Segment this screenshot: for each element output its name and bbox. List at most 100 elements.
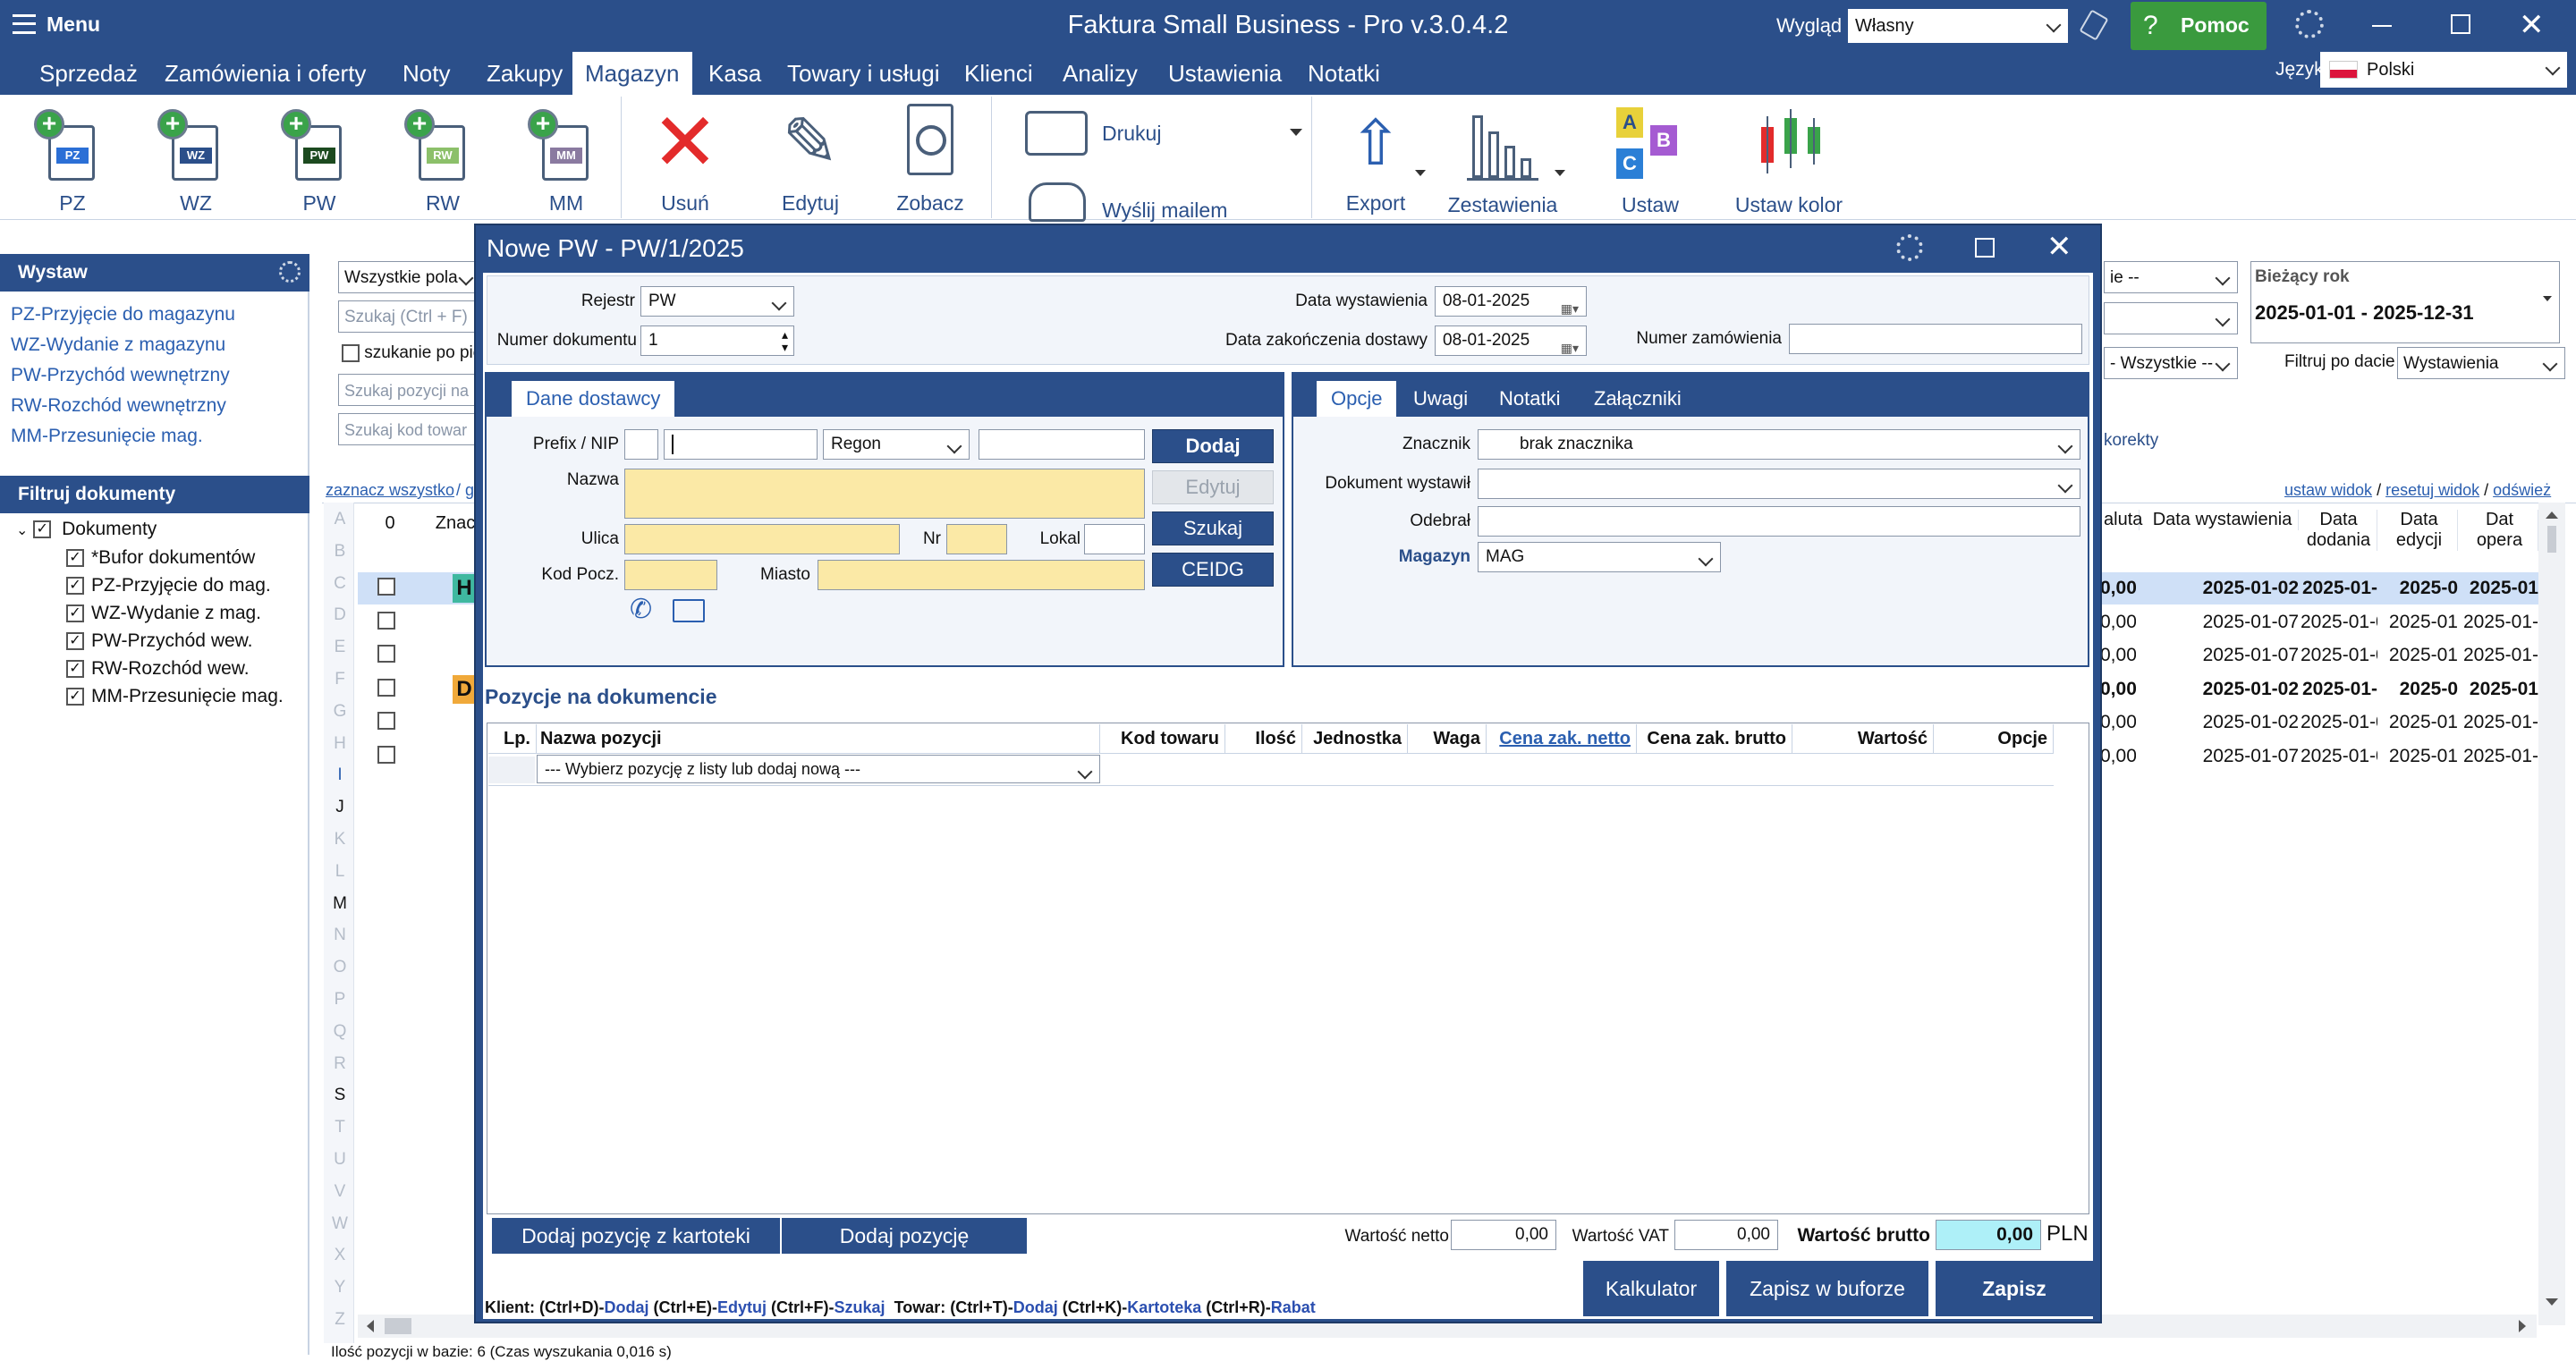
checkbox[interactable]: ✓	[66, 632, 84, 651]
calculator-button[interactable]: Kalkulator	[1583, 1261, 1719, 1316]
checkbox[interactable]	[377, 712, 395, 731]
position-select[interactable]: --- Wybierz pozycję z listy lub dodaj no…	[537, 755, 1100, 783]
alpha-filter-letter[interactable]: H	[329, 734, 351, 754]
set-button[interactable]: A B C Ustaw	[1601, 98, 1699, 217]
checkbox[interactable]: ✓	[66, 604, 84, 623]
issue-link[interactable]: RW-Rozchód wewnętrzny	[11, 395, 226, 417]
chevron-down-icon[interactable]	[1290, 129, 1302, 136]
local-input[interactable]	[1084, 524, 1145, 554]
select-all-link[interactable]: zaznacz wszystko	[326, 481, 454, 500]
set-color-button[interactable]: Ustaw kolor	[1726, 98, 1852, 217]
language-select[interactable]: Polski	[2320, 52, 2567, 88]
filter-select-3[interactable]: - Wszystkie --	[2104, 347, 2238, 379]
mail-icon[interactable]	[673, 599, 705, 622]
tree-root[interactable]: ⌄ ✓ Dokumenty	[16, 519, 157, 540]
checkbox[interactable]	[377, 578, 395, 596]
add-supplier-button[interactable]: Dodaj	[1152, 429, 1274, 463]
registry-select[interactable]: PW	[640, 286, 794, 317]
reports-button[interactable]: Zestawienia	[1440, 98, 1565, 217]
set-view-link[interactable]: ustaw widok	[2284, 481, 2372, 499]
save-to-buffer-button[interactable]: Zapisz w buforze	[1726, 1261, 1928, 1316]
alpha-filter-letter[interactable]: O	[329, 958, 351, 977]
received-input[interactable]	[1478, 506, 2080, 537]
menu-button[interactable]: Menu	[47, 13, 100, 37]
warehouse-select[interactable]: MAG	[1478, 542, 1721, 572]
checkbox[interactable]	[377, 645, 395, 664]
stepper-icon[interactable]: ▴ ▾	[782, 328, 788, 353]
new-rw-button[interactable]: RW + RW	[394, 98, 492, 216]
checkbox[interactable]	[377, 746, 395, 764]
issue-link[interactable]: PW-Przychód wewnętrzny	[11, 365, 230, 386]
grid-column-header[interactable]: Data dodania	[2301, 510, 2377, 551]
tab-options[interactable]: Opcje	[1317, 381, 1397, 417]
delete-button[interactable]: ✕ Usuń	[631, 98, 739, 216]
grid-column-header[interactable]: aluta	[2104, 510, 2142, 530]
filter-by-date-select[interactable]: Wystawienia	[2397, 347, 2565, 379]
alpha-filter-letter[interactable]: N	[329, 926, 351, 945]
alpha-filter-letter[interactable]: Q	[329, 1022, 351, 1042]
gear-icon[interactable]	[1896, 234, 1923, 261]
issue-link[interactable]: WZ-Wydanie z magazynu	[11, 334, 225, 356]
tree-item[interactable]: ✓ PW-Przychód wew.	[66, 630, 253, 652]
ceidg-button[interactable]: CEIDG	[1152, 553, 1274, 587]
hamburger-icon[interactable]	[13, 14, 36, 34]
docnum-stepper[interactable]: 1 ▴ ▾	[640, 325, 794, 356]
eraser-icon[interactable]	[2079, 9, 2109, 41]
view-button[interactable]: Zobacz	[877, 98, 984, 216]
menu-item[interactable]: Notatki	[1295, 59, 1393, 95]
menu-item[interactable]: Klienci	[952, 59, 1046, 95]
table-row[interactable]: H	[358, 572, 476, 604]
issued-by-select[interactable]	[1478, 469, 2080, 499]
col-net-price[interactable]: Cena zak. netto	[1487, 724, 1637, 753]
menu-item[interactable]: Noty	[390, 59, 462, 95]
postcode-input[interactable]	[624, 560, 717, 590]
calendar-icon[interactable]: ▦▾	[1561, 294, 1579, 323]
refresh-link[interactable]: odśwież	[2493, 481, 2551, 499]
close-icon[interactable]: ✕	[2519, 7, 2545, 43]
menu-item[interactable]: Sprzedaż	[27, 59, 150, 95]
alpha-filter-letter[interactable]: R	[329, 1054, 351, 1074]
col-zero-header[interactable]: 0	[372, 513, 408, 534]
nip-input[interactable]	[664, 429, 818, 460]
maximize-icon[interactable]	[1975, 238, 1995, 258]
checkbox[interactable]: ✓	[33, 520, 52, 539]
alpha-filter-letter[interactable]: W	[329, 1214, 351, 1234]
checkbox[interactable]	[342, 343, 360, 362]
search-supplier-button[interactable]: Szukaj	[1152, 511, 1274, 545]
tag-select[interactable]: brak znacznika	[1478, 429, 2080, 460]
search-in-checkbox[interactable]: szukanie po pie	[342, 343, 482, 363]
menu-item[interactable]: Zakupy	[474, 59, 575, 95]
menu-item[interactable]: Ustawienia	[1156, 59, 1294, 95]
issue-date-input[interactable]: 08-01-2025 ▦▾	[1435, 286, 1587, 317]
gear-icon[interactable]	[2295, 10, 2324, 38]
nr-input[interactable]	[946, 524, 1007, 554]
issue-link[interactable]: PZ-Przyjęcie do magazynu	[11, 304, 235, 325]
alpha-filter-letter[interactable]: U	[329, 1150, 351, 1170]
grid-column-header[interactable]: Dat opera	[2462, 510, 2538, 551]
search-positions-input[interactable]: Szukaj pozycji na	[338, 374, 481, 406]
checkbox[interactable]: ✓	[66, 660, 84, 679]
tab-notes[interactable]: Uwagi	[1413, 381, 1468, 417]
alpha-filter-letter[interactable]: I	[329, 765, 351, 785]
tab-memos[interactable]: Notatki	[1499, 381, 1560, 417]
alpha-filter-letter[interactable]: M	[329, 894, 351, 914]
collapse-icon[interactable]: ⌄	[16, 523, 28, 538]
reports-dropdown-icon[interactable]	[1555, 170, 1565, 176]
menu-item[interactable]: Kasa	[696, 59, 774, 95]
checkbox[interactable]: ✓	[66, 577, 84, 596]
scroll-down-icon[interactable]	[2546, 1298, 2558, 1306]
delivery-date-input[interactable]: 08-01-2025 ▦▾	[1435, 325, 1587, 356]
tree-item[interactable]: ✓ WZ-Wydanie z mag.	[66, 603, 261, 624]
checkbox[interactable]	[377, 678, 395, 697]
reset-view-link[interactable]: resetuj widok	[2385, 481, 2479, 499]
table-row[interactable]: D	[358, 673, 476, 706]
name-input[interactable]	[624, 469, 1145, 519]
scroll-up-icon[interactable]	[2546, 511, 2558, 519]
issue-link[interactable]: MM-Przesunięcie mag.	[11, 426, 203, 447]
scroll-thumb[interactable]	[385, 1318, 411, 1334]
tab-supplier-data[interactable]: Dane dostawcy	[512, 381, 675, 417]
tree-item[interactable]: ✓ *Bufor dokumentów	[66, 547, 255, 569]
filter-select-2[interactable]	[2104, 302, 2238, 334]
grid-column-header[interactable]: Data edycji	[2381, 510, 2458, 551]
new-mm-button[interactable]: MM + MM	[517, 98, 615, 216]
